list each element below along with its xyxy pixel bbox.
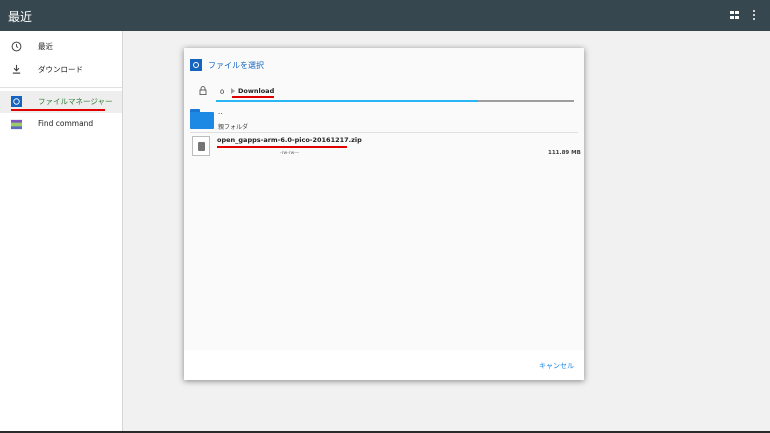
sidebar: 最近 ダウンロード ファイルマネージャー Find command (0, 31, 123, 431)
highlight-underline (11, 109, 105, 111)
app-bar: 最近 (0, 0, 770, 31)
highlight-underline (217, 146, 347, 148)
sidebar-item-recent[interactable]: 最近 (0, 36, 122, 58)
row-divider (190, 132, 578, 133)
terminal-icon (11, 119, 22, 130)
clock-icon (11, 41, 22, 52)
sidebar-divider (0, 87, 122, 88)
download-icon (12, 64, 21, 74)
grid-view-icon[interactable] (730, 11, 739, 19)
file-picker-dialog: ファイルを選択 0 Download .. 親フォルダ open_gapps-a… (184, 48, 584, 380)
file-permissions: -rw-rw--- (280, 151, 300, 156)
zip-file-icon (192, 136, 210, 156)
dialog-footer (184, 350, 584, 380)
file-manager-app-icon (190, 59, 202, 71)
sidebar-item-label: Find command (38, 119, 94, 128)
path-scroll-indicator (216, 100, 478, 102)
dialog-header: ファイルを選択 (184, 48, 584, 80)
sidebar-item-label: ダウンロード (38, 65, 83, 74)
lock-icon (199, 86, 207, 95)
parent-folder-name: .. (218, 108, 223, 116)
parent-folder-label: 親フォルダ (218, 124, 249, 131)
sidebar-item-label: ファイルマネージャー (38, 97, 113, 106)
dialog-title: ファイルを選択 (208, 61, 264, 70)
path-root[interactable]: 0 (220, 88, 224, 96)
more-vert-icon[interactable] (752, 10, 756, 21)
highlight-underline (232, 96, 274, 98)
cancel-button[interactable]: キャンセル (539, 361, 574, 371)
sidebar-item-label: 最近 (38, 42, 53, 51)
folder-icon (190, 109, 214, 129)
sidebar-item-downloads[interactable]: ダウンロード (0, 59, 122, 81)
chevron-right-icon (231, 88, 235, 94)
app-bar-title: 最近 (8, 10, 33, 24)
file-size: 111.89 MB (548, 150, 581, 156)
file-name: open_gapps-arm-6.0-pico-20161217.zip (217, 136, 362, 144)
path-current-folder[interactable]: Download (238, 87, 274, 95)
file-manager-app-icon (11, 96, 22, 107)
sidebar-item-find-command[interactable]: Find command (0, 114, 122, 136)
